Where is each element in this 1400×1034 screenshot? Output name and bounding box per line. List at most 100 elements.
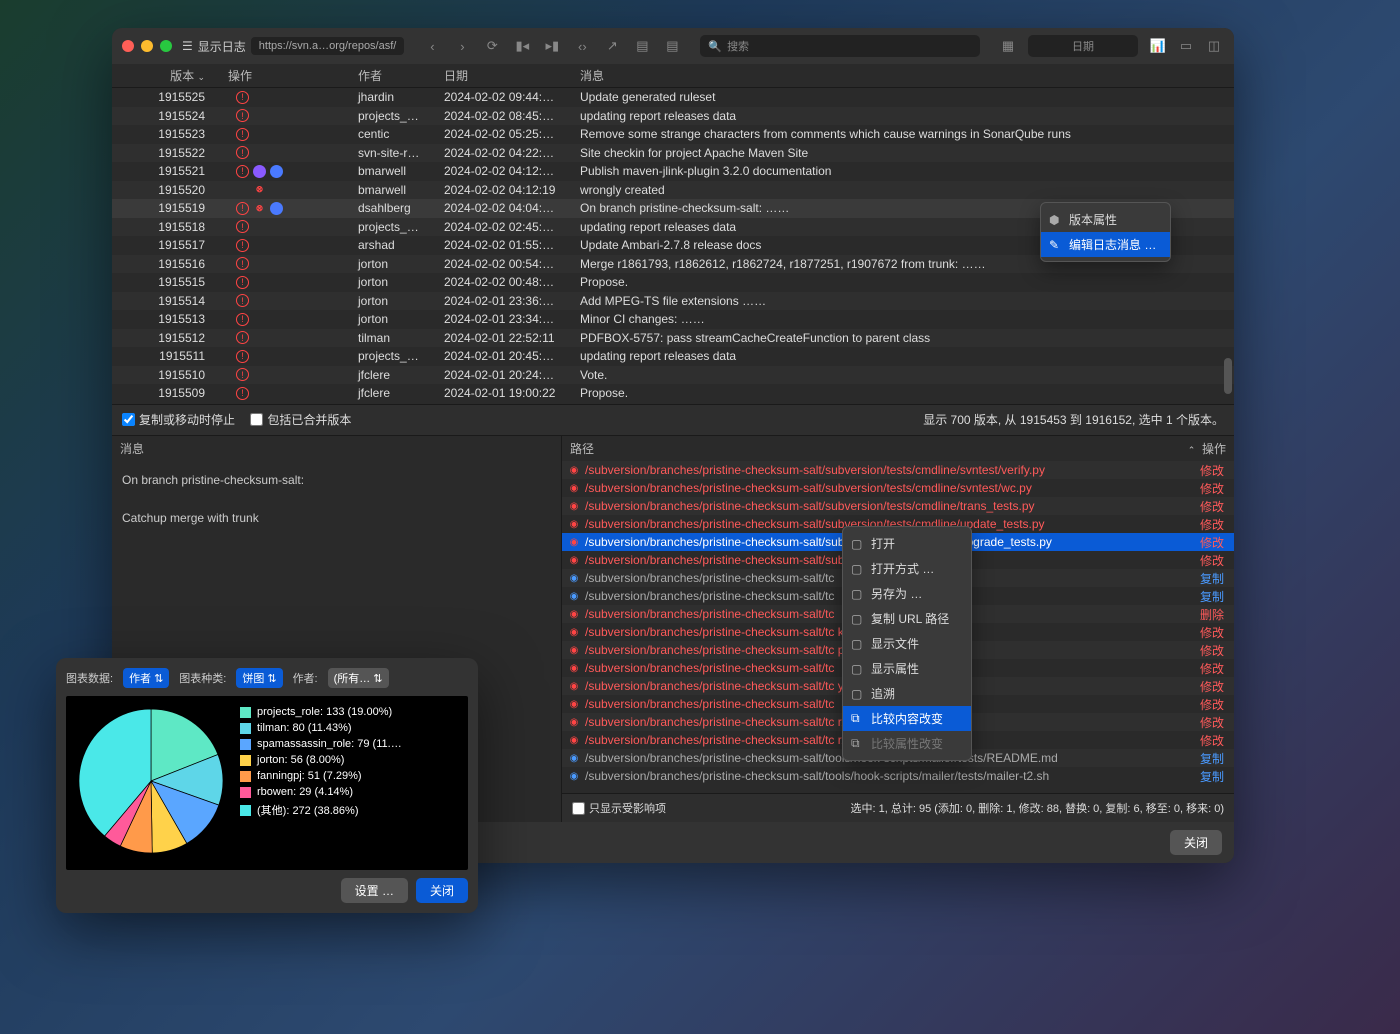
chart-close-button[interactable]: 关闭 xyxy=(416,878,468,903)
menu-icon: ▢ xyxy=(851,537,865,551)
settings-button[interactable]: 设置 … xyxy=(341,878,408,903)
close-button[interactable]: 关闭 xyxy=(1170,830,1222,855)
nav-back[interactable]: ‹ xyxy=(422,36,442,56)
revision-context-menu[interactable]: ⬢版本属性✎编辑日志消息 … xyxy=(1040,202,1171,262)
doc1-icon[interactable]: ▤ xyxy=(632,36,652,56)
zoom-window[interactable] xyxy=(160,40,172,52)
op-icon: ! xyxy=(236,202,249,215)
legend-item[interactable]: spamassassin_role: 79 (11.… xyxy=(240,738,458,750)
path-row[interactable]: ◉ /subversion/branches/pristine-checksum… xyxy=(562,497,1234,515)
menu-label: 比较属性改变 xyxy=(871,735,943,752)
menu-item[interactable]: ⬢版本属性 xyxy=(1041,207,1170,232)
minimize-window[interactable] xyxy=(141,40,153,52)
legend-item[interactable]: rbowen: 29 (4.14%) xyxy=(240,786,458,798)
path-action: 修改 xyxy=(1200,498,1228,515)
nav-forward[interactable]: › xyxy=(452,36,472,56)
file-icon: ◉ xyxy=(568,626,580,638)
log-row[interactable]: 1915514!jorton2024-02-01 23:36:…Add MPEG… xyxy=(112,292,1234,311)
include-merged-checkbox[interactable]: 包括已合并版本 xyxy=(250,411,351,428)
log-row[interactable]: 1915512!tilman2024-02-01 22:52:11PDFBOX-… xyxy=(112,329,1234,348)
calendar-icon[interactable]: ▦ xyxy=(998,36,1018,56)
path-text: /subversion/branches/pristine-checksum-s… xyxy=(585,643,858,657)
op-icon: ! xyxy=(236,368,249,381)
log-row[interactable]: 1915524!projects_…2024-02-02 08:45:…upda… xyxy=(112,107,1234,126)
menu-item[interactable]: ▢打开 xyxy=(843,531,971,556)
log-row[interactable]: 1915509!jfclere2024-02-01 19:00:22Propos… xyxy=(112,384,1234,403)
col-message[interactable]: 消息 xyxy=(572,64,1234,87)
menu-label: 比较内容改变 xyxy=(871,710,943,727)
log-row[interactable]: 1915520⊗bmarwell2024-02-02 04:12:19wrong… xyxy=(112,181,1234,200)
open-icon[interactable]: ↗ xyxy=(602,36,622,56)
date-input[interactable]: 日期 xyxy=(1028,35,1138,57)
close-window[interactable] xyxy=(122,40,134,52)
chart-icon[interactable]: 📊 xyxy=(1148,36,1168,56)
path-action: 复制 xyxy=(1200,570,1228,587)
titlebar: ☰ 显示日志 https://svn.a…org/repos/asf/ ‹ › … xyxy=(112,28,1234,64)
legend-item[interactable]: tilman: 80 (11.43%) xyxy=(240,722,458,734)
menu-item[interactable]: ▢追溯 xyxy=(843,681,971,706)
menu-item[interactable]: ▢另存为 … xyxy=(843,581,971,606)
file-icon: ◉ xyxy=(568,770,580,782)
log-row[interactable]: 1915522!svn-site-r…2024-02-02 04:22:…Sit… xyxy=(112,144,1234,163)
menu-label: 显示属性 xyxy=(871,660,919,677)
url-field[interactable]: https://svn.a…org/repos/asf/ xyxy=(251,37,405,55)
log-row[interactable]: 1915515!jorton2024-02-02 00:48:…Propose. xyxy=(112,273,1234,292)
path-context-menu[interactable]: ▢打开▢打开方式 …▢另存为 …▢复制 URL 路径▢显示文件▢显示属性▢追溯⧉… xyxy=(842,526,972,761)
log-row[interactable]: 1915513!jorton2024-02-01 23:34:…Minor CI… xyxy=(112,310,1234,329)
menu-icon: ▢ xyxy=(851,562,865,576)
col-ops[interactable]: 操作 xyxy=(220,64,350,87)
scrollbar[interactable] xyxy=(1224,358,1232,394)
menu-icon: ⧉ xyxy=(851,736,865,751)
doc2-icon[interactable]: ▤ xyxy=(662,36,682,56)
menu-item[interactable]: ▢显示文件 xyxy=(843,631,971,656)
file-icon: ◉ xyxy=(568,644,580,656)
chart-author-label: 作者: xyxy=(293,670,318,686)
menu-icon: ▢ xyxy=(851,612,865,626)
window-controls xyxy=(122,40,172,52)
log-row[interactable]: 1915511!projects_…2024-02-01 20:45:…upda… xyxy=(112,347,1234,366)
skip-fwd-icon[interactable]: ▸▮ xyxy=(542,36,562,56)
path-panel: 路径 ⌃ 操作 ◉ /subversion/branches/pristine-… xyxy=(562,436,1234,822)
log-row[interactable]: 1915510!jfclere2024-02-01 20:24:…Vote. xyxy=(112,366,1234,385)
path-action: 修改 xyxy=(1200,660,1228,677)
col-date[interactable]: 日期 xyxy=(436,64,572,87)
legend-item[interactable]: jorton: 56 (8.00%) xyxy=(240,754,458,766)
log-row[interactable]: 1915525!jhardin2024-02-02 09:44:…Update … xyxy=(112,88,1234,107)
affected-only-checkbox[interactable]: 只显示受影响项 xyxy=(572,800,666,816)
op-icon: ! xyxy=(236,109,249,122)
legend-item[interactable]: (其他): 272 (38.86%) xyxy=(240,802,458,818)
diff-icon[interactable]: ‹› xyxy=(572,36,592,56)
menu-item[interactable]: ⧉比较内容改变 xyxy=(843,706,971,731)
layout1-icon[interactable]: ▭ xyxy=(1176,36,1196,56)
path-action: 修改 xyxy=(1200,714,1228,731)
legend-swatch xyxy=(240,723,251,734)
refresh-icon[interactable]: ⟳ xyxy=(482,36,502,56)
log-row[interactable]: 1915521!bmarwell2024-02-02 04:12:…Publis… xyxy=(112,162,1234,181)
menu-item[interactable]: ▢显示属性 xyxy=(843,656,971,681)
path-text: /subversion/branches/pristine-checksum-s… xyxy=(585,571,834,585)
path-action: 复制 xyxy=(1200,588,1228,605)
menu-item[interactable]: ✎编辑日志消息 … xyxy=(1041,232,1170,257)
op-icon: ! xyxy=(236,165,249,178)
menu-item[interactable]: ▢打开方式 … xyxy=(843,556,971,581)
path-row[interactable]: ◉ /subversion/branches/pristine-checksum… xyxy=(562,767,1234,785)
log-row[interactable]: 1915523!centic2024-02-02 05:25:…Remove s… xyxy=(112,125,1234,144)
col-revision[interactable]: 版本 ⌄ xyxy=(112,64,220,87)
col-author[interactable]: 作者 xyxy=(350,64,436,87)
skip-back-icon[interactable]: ▮◂ xyxy=(512,36,532,56)
legend-item[interactable]: projects_role: 133 (19.00%) xyxy=(240,706,458,718)
search-input[interactable]: 🔍 搜索 xyxy=(700,35,980,57)
message-body[interactable]: On branch pristine-checksum-salt: Catchu… xyxy=(112,461,561,539)
chart-data-select[interactable]: 作者⇅ xyxy=(123,668,169,688)
legend-swatch xyxy=(240,805,251,816)
path-row[interactable]: ◉ /subversion/branches/pristine-checksum… xyxy=(562,461,1234,479)
chart-type-select[interactable]: 饼图⇅ xyxy=(236,668,282,688)
layout2-icon[interactable]: ◫ xyxy=(1204,36,1224,56)
toolbar-right: 📊 ▭ ◫ xyxy=(1148,36,1224,56)
path-text: /subversion/branches/pristine-checksum-s… xyxy=(585,589,834,603)
legend-item[interactable]: fanningpj: 51 (7.29%) xyxy=(240,770,458,782)
chart-author-select[interactable]: (所有…⇅ xyxy=(328,668,389,688)
stop-on-copy-checkbox[interactable]: 复制或移动时停止 xyxy=(122,411,235,428)
menu-item[interactable]: ▢复制 URL 路径 xyxy=(843,606,971,631)
path-row[interactable]: ◉ /subversion/branches/pristine-checksum… xyxy=(562,479,1234,497)
